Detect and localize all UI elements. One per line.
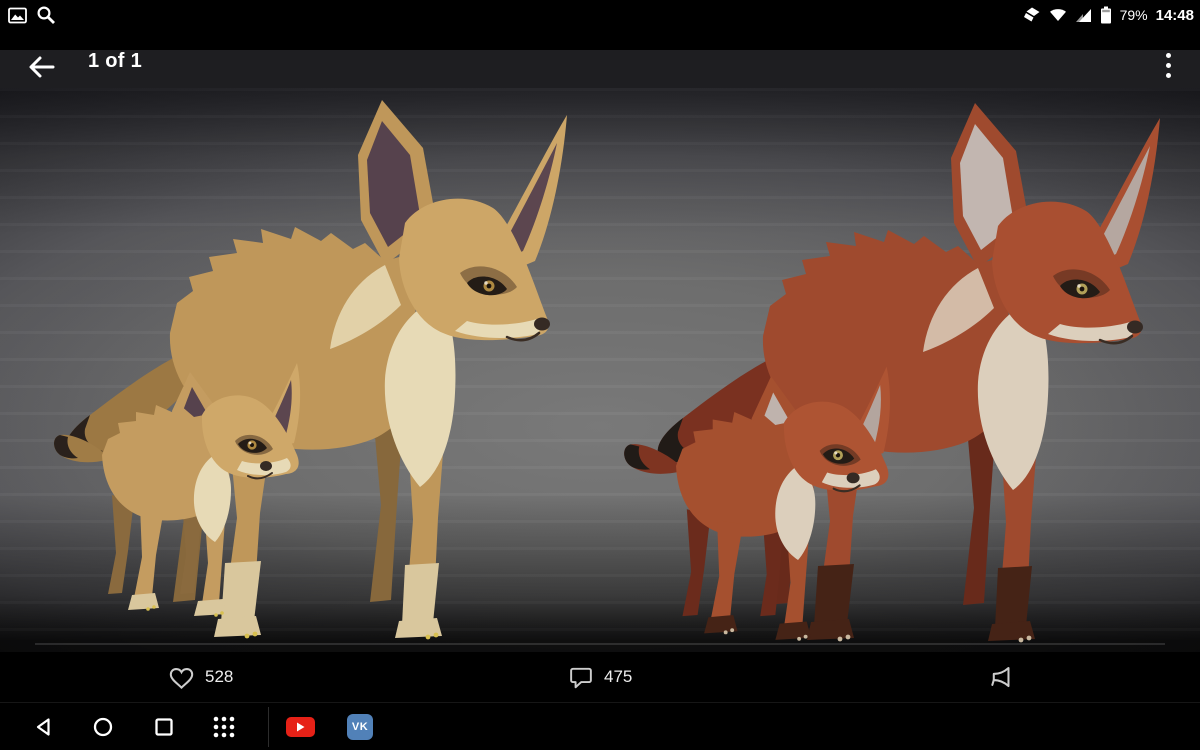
status-bar: 79% 14:48 [0, 0, 1200, 30]
vk-shortcut[interactable]: VK [346, 703, 374, 750]
app-bar: 1 of 1 [0, 30, 1200, 88]
youtube-shortcut[interactable] [285, 703, 315, 750]
rotation-laptop-icon [1023, 7, 1041, 23]
like-button[interactable]: 528 [168, 652, 233, 702]
tablet-screen: 79% 14:48 1 of 1 [0, 0, 1200, 750]
kebab-dot [1166, 73, 1171, 78]
kebab-dot [1166, 63, 1171, 68]
comment-button[interactable]: 475 [568, 652, 632, 702]
like-count: 528 [205, 667, 233, 687]
apps-grid-icon [211, 714, 237, 740]
nav-back-button[interactable] [28, 703, 60, 750]
back-button[interactable] [26, 54, 58, 82]
recents-square-icon [152, 715, 176, 739]
overflow-menu-button[interactable] [1158, 48, 1178, 82]
cell-signal-icon [1075, 8, 1092, 23]
photo-viewer[interactable] [0, 88, 1200, 652]
nav-recents-button[interactable] [148, 703, 180, 750]
back-triangle-icon [32, 715, 56, 739]
vk-icon: VK [347, 714, 373, 740]
megaphone-icon [986, 664, 1014, 690]
status-notification-icons [8, 0, 56, 30]
image-bottom-highlight [35, 643, 1165, 645]
kebab-dot [1166, 53, 1171, 58]
fennec-adult-figure [65, 100, 567, 639]
heart-outline-icon [168, 665, 195, 690]
page-title: 1 of 1 [88, 50, 142, 73]
battery-percent: 79% [1120, 7, 1148, 23]
nav-divider [268, 707, 269, 747]
youtube-icon [286, 717, 315, 737]
speech-bubble-icon [568, 665, 594, 690]
search-icon [36, 5, 56, 25]
nav-home-button[interactable] [87, 703, 119, 750]
action-bar: 528 475 [0, 652, 1200, 702]
comment-count: 475 [604, 667, 632, 687]
wifi-icon [1049, 8, 1067, 22]
arrow-left-icon [26, 54, 56, 80]
clock: 14:48 [1156, 7, 1194, 24]
share-button[interactable] [986, 652, 1014, 702]
home-circle-icon [91, 715, 115, 739]
screenshot-icon [8, 7, 27, 24]
nav-apps-button[interactable] [208, 703, 240, 750]
fox-models-image [0, 88, 1200, 652]
battery-icon [1100, 6, 1112, 24]
navigation-bar: VK [0, 702, 1200, 750]
status-system-icons: 79% 14:48 [1023, 0, 1194, 30]
